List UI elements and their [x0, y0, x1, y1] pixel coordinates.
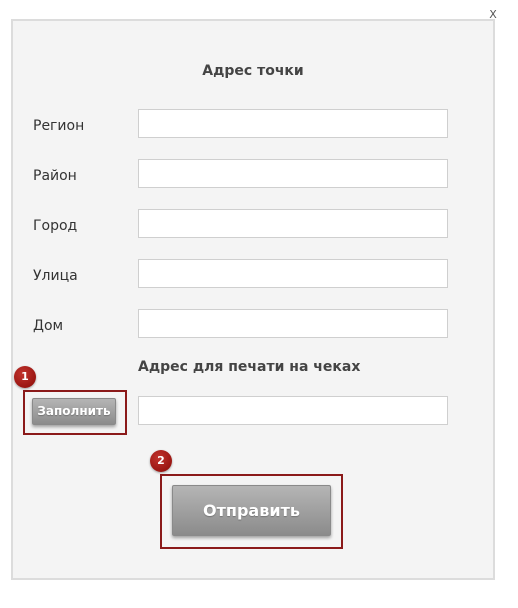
street-input[interactable] — [138, 259, 448, 288]
region-label: Регион — [33, 118, 85, 134]
region-input[interactable] — [138, 109, 448, 138]
print-address-title: Адрес для печати на чеках — [138, 359, 361, 375]
fill-button[interactable]: Заполнить — [32, 398, 116, 425]
print-address-input[interactable] — [138, 396, 448, 425]
city-label: Город — [33, 218, 78, 234]
address-section-title: Адрес точки — [202, 63, 304, 79]
submit-button[interactable]: Отправить — [172, 485, 331, 536]
district-label: Район — [33, 168, 77, 184]
step-2-badge: 2 — [150, 450, 172, 472]
house-input[interactable] — [138, 309, 448, 338]
district-input[interactable] — [138, 159, 448, 188]
house-label: Дом — [33, 318, 64, 334]
street-label: Улица — [33, 268, 78, 284]
city-input[interactable] — [138, 209, 448, 238]
step-1-badge: 1 — [14, 366, 36, 388]
